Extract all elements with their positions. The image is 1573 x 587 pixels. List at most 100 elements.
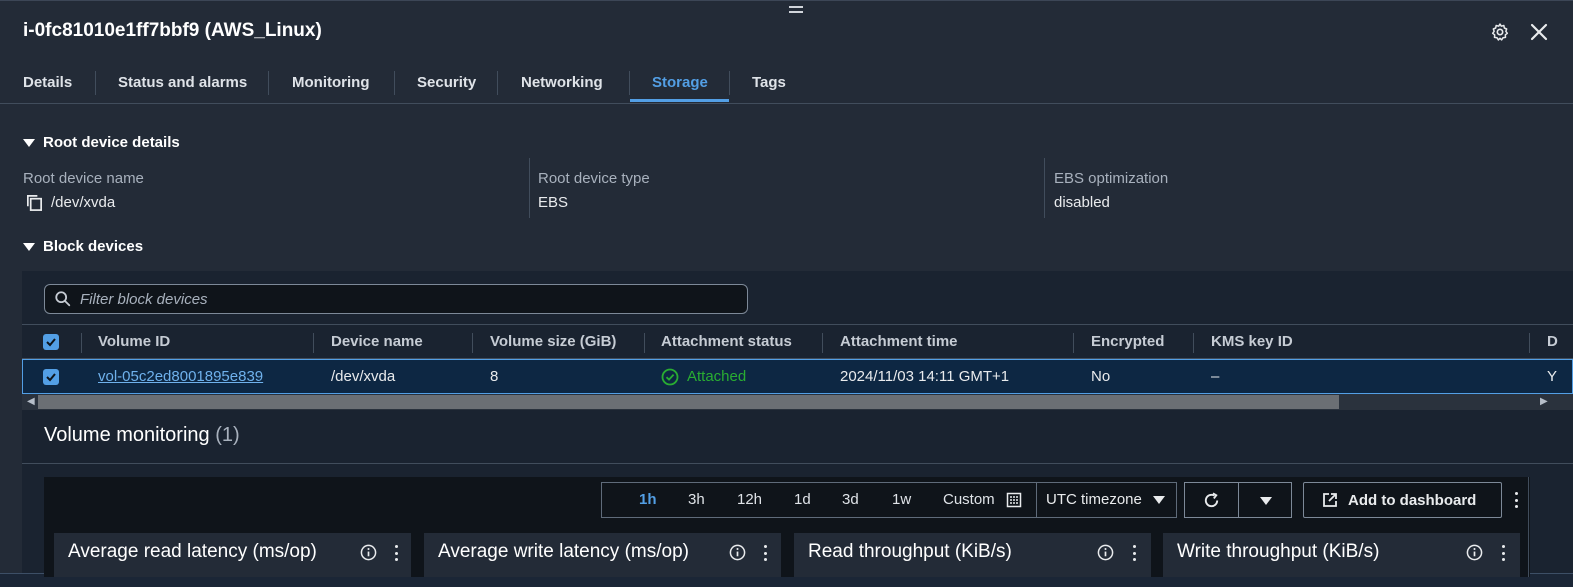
scrollbar-thumb[interactable] (38, 395, 1339, 409)
check-circle-icon (661, 368, 679, 385)
tab-status-and-alarms[interactable]: Status and alarms (118, 64, 247, 104)
attachment-status-cell: Attached (661, 360, 746, 393)
time-range-selector: 1h 3h 12h 1d 3d 1w Custom (601, 482, 1037, 518)
device-name-cell: /dev/xvda (331, 368, 396, 385)
column-divider (313, 333, 314, 353)
column-divider (1529, 333, 1530, 353)
table-header: Volume ID Device name Volume size (GiB) … (22, 324, 1573, 359)
root-device-type-value: EBS (538, 194, 569, 211)
scroll-right-icon[interactable]: ▶ (1540, 397, 1550, 407)
column-divider (472, 333, 473, 353)
widget-title: Write throughput (KiB/s) (1177, 541, 1380, 562)
volume-monitoring-count: (1) (215, 424, 240, 446)
widget-write-throughput: Write throughput (KiB/s) (1163, 533, 1520, 577)
widget-menu-icon[interactable] (763, 545, 767, 561)
info-icon[interactable] (729, 544, 746, 561)
row-checkbox[interactable] (43, 369, 59, 385)
tab-details[interactable]: Details (23, 64, 72, 104)
add-to-dashboard-button[interactable]: Add to dashboard (1303, 482, 1502, 518)
column-header-attachment-status[interactable]: Attachment status (661, 325, 792, 359)
range-1h[interactable]: 1h (639, 483, 657, 517)
column-header-kms-key-id[interactable]: KMS key ID (1211, 325, 1293, 359)
column-divider (1073, 333, 1074, 353)
close-icon[interactable] (1529, 22, 1549, 42)
filter-block-devices (44, 284, 748, 314)
tab-security[interactable]: Security (417, 64, 476, 104)
column-header-truncated[interactable]: D (1547, 325, 1558, 359)
widget-menu-icon[interactable] (394, 545, 398, 561)
refresh-icon (1204, 492, 1219, 508)
range-1w[interactable]: 1w (892, 483, 911, 517)
widget-title: Average write latency (ms/op) (438, 541, 689, 562)
scroll-left-icon[interactable]: ◀ (27, 397, 37, 407)
root-device-type-label: Root device type (538, 170, 650, 187)
widget-title: Average read latency (ms/op) (68, 541, 317, 562)
more-actions-icon[interactable] (1514, 492, 1518, 508)
active-tab-indicator (630, 99, 729, 102)
volume-monitoring-heading: Volume monitoring (44, 424, 210, 446)
gear-icon[interactable] (1490, 22, 1510, 42)
tab-networking[interactable]: Networking (521, 64, 603, 104)
checkmark-icon (46, 373, 56, 382)
truncated-cell: Y (1547, 368, 1558, 385)
range-3d[interactable]: 3d (842, 483, 859, 517)
encrypted-cell: No (1091, 368, 1111, 385)
ebs-optimization-value: disabled (1054, 194, 1110, 211)
column-divider (1044, 158, 1045, 218)
tab-bar: Details Status and alarms Monitoring Sec… (0, 64, 1573, 104)
tab-divider (729, 71, 730, 95)
kms-key-id-cell: – (1211, 368, 1220, 385)
page-title: i-0fc81010e1ff7bbf9 (AWS_Linux) (23, 20, 322, 41)
column-header-volume-id[interactable]: Volume ID (98, 325, 170, 359)
block-devices-toggle[interactable]: Block devices (23, 238, 143, 255)
column-header-device-name[interactable]: Device name (331, 325, 423, 359)
column-header-volume-size[interactable]: Volume size (GiB) (490, 325, 616, 359)
search-icon (55, 291, 71, 307)
timezone-value: UTC timezone (1046, 491, 1142, 508)
timezone-select[interactable]: UTC timezone (1036, 482, 1177, 518)
refresh-options-button[interactable] (1238, 482, 1292, 518)
root-device-details-toggle[interactable]: Root device details (23, 134, 180, 151)
attachment-time-cell: 2024/11/03 14:11 GMT+1 (840, 368, 1010, 385)
divider (1528, 477, 1529, 577)
select-all-checkbox[interactable] (43, 334, 59, 350)
info-icon[interactable] (1097, 544, 1114, 561)
divider (22, 463, 1573, 464)
volume-id-link[interactable]: vol-05c2ed8001895e839 (98, 368, 263, 385)
widget-read-throughput: Read throughput (KiB/s) (794, 533, 1151, 577)
range-12h[interactable]: 12h (737, 483, 762, 517)
column-divider (81, 333, 82, 353)
copy-icon[interactable] (25, 193, 44, 212)
widget-menu-icon[interactable] (1132, 545, 1136, 561)
range-3h[interactable]: 3h (688, 483, 705, 517)
tab-storage[interactable]: Storage (652, 64, 708, 104)
column-header-attachment-time[interactable]: Attachment time (840, 325, 958, 359)
column-divider (529, 158, 530, 218)
table-row[interactable]: vol-05c2ed8001895e839 /dev/xvda 8 Attach… (22, 359, 1573, 394)
calendar-icon[interactable] (1006, 492, 1022, 508)
tab-divider (268, 71, 269, 95)
tab-monitoring[interactable]: Monitoring (292, 64, 369, 104)
widget-average-read-latency: Average read latency (ms/op) (54, 533, 411, 577)
column-divider (644, 333, 645, 353)
volume-size-cell: 8 (490, 368, 499, 385)
widget-average-write-latency: Average write latency (ms/op) (424, 533, 781, 577)
widget-menu-icon[interactable] (1501, 545, 1505, 561)
range-1d[interactable]: 1d (794, 483, 811, 517)
resize-handle-icon[interactable] (789, 6, 803, 16)
column-header-encrypted[interactable]: Encrypted (1091, 325, 1164, 359)
add-to-dashboard-label: Add to dashboard (1348, 491, 1477, 509)
section-heading: Root device details (43, 134, 180, 151)
caret-down-icon (1260, 497, 1272, 505)
refresh-button[interactable] (1184, 482, 1239, 518)
filter-input[interactable] (80, 290, 720, 308)
info-icon[interactable] (1466, 544, 1483, 561)
section-heading: Block devices (43, 238, 144, 255)
external-link-icon (1323, 493, 1337, 507)
info-icon[interactable] (360, 544, 377, 561)
root-device-name-label: Root device name (23, 170, 144, 187)
tab-tags[interactable]: Tags (752, 64, 786, 104)
volume-id-cell: vol-05c2ed8001895e839 (98, 360, 263, 393)
range-custom[interactable]: Custom (943, 483, 995, 517)
widget-title: Read throughput (KiB/s) (808, 541, 1012, 562)
